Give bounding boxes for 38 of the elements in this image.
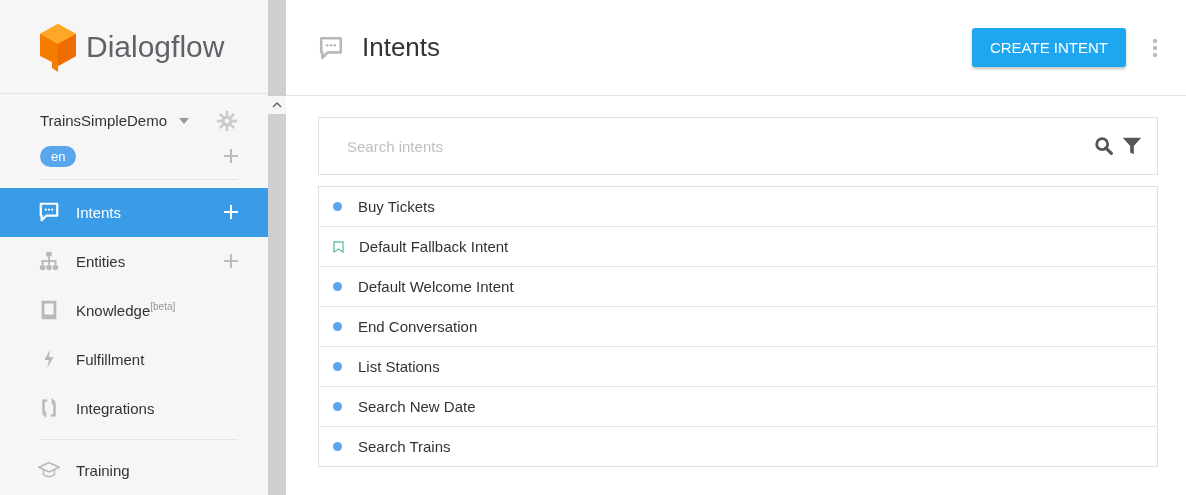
logo-icon bbox=[38, 21, 78, 72]
nav-item[interactable]: Training bbox=[0, 445, 268, 495]
logo-text: Dialogflow bbox=[86, 29, 225, 64]
scroll-up-icon[interactable] bbox=[272, 100, 282, 110]
settings-icon[interactable] bbox=[216, 109, 238, 132]
nav-item[interactable]: Fulfillment bbox=[0, 334, 268, 384]
search-icon[interactable] bbox=[1093, 135, 1115, 157]
search-field[interactable]: Search intents bbox=[345, 136, 1093, 156]
dot-icon bbox=[333, 402, 342, 411]
intent-row[interactable]: Search Trains bbox=[319, 426, 1157, 466]
hierarchy-icon bbox=[38, 250, 60, 273]
intent-row[interactable]: Buy Tickets bbox=[319, 187, 1157, 226]
dot-icon bbox=[333, 322, 342, 331]
dot-icon bbox=[333, 442, 342, 451]
dot-icon bbox=[333, 202, 342, 211]
add-icon[interactable] bbox=[224, 254, 238, 269]
filter-icon[interactable] bbox=[1121, 135, 1143, 157]
intent-row[interactable]: End Conversation bbox=[319, 306, 1157, 346]
agent-name[interactable]: TrainsSimpleDemo bbox=[40, 112, 167, 130]
nav-item[interactable]: Entities bbox=[0, 236, 268, 286]
chat-icon bbox=[318, 34, 344, 61]
bookmark-icon bbox=[333, 240, 344, 253]
nav-item[interactable]: Knowledge$^{[beta]}$ bbox=[0, 285, 268, 335]
nav-item[interactable]: Integrations bbox=[0, 383, 268, 433]
chat-icon bbox=[38, 201, 60, 224]
intent-row[interactable]: Search New Date bbox=[319, 386, 1157, 426]
search-bar[interactable]: Search intents bbox=[318, 117, 1158, 175]
dot-icon bbox=[333, 282, 342, 291]
page-title: Intents bbox=[362, 32, 441, 63]
intent-row[interactable]: List Stations bbox=[319, 346, 1157, 386]
add-icon[interactable] bbox=[224, 205, 238, 220]
more-icon[interactable] bbox=[1152, 37, 1158, 58]
caret-icon[interactable] bbox=[179, 117, 189, 124]
intent-row[interactable]: Default Welcome Intent bbox=[319, 266, 1157, 306]
scrollbar[interactable] bbox=[268, 0, 286, 495]
intent-row[interactable]: Default Fallback Intent bbox=[319, 226, 1157, 266]
dot-icon bbox=[333, 362, 342, 371]
add-icon[interactable] bbox=[224, 149, 238, 164]
